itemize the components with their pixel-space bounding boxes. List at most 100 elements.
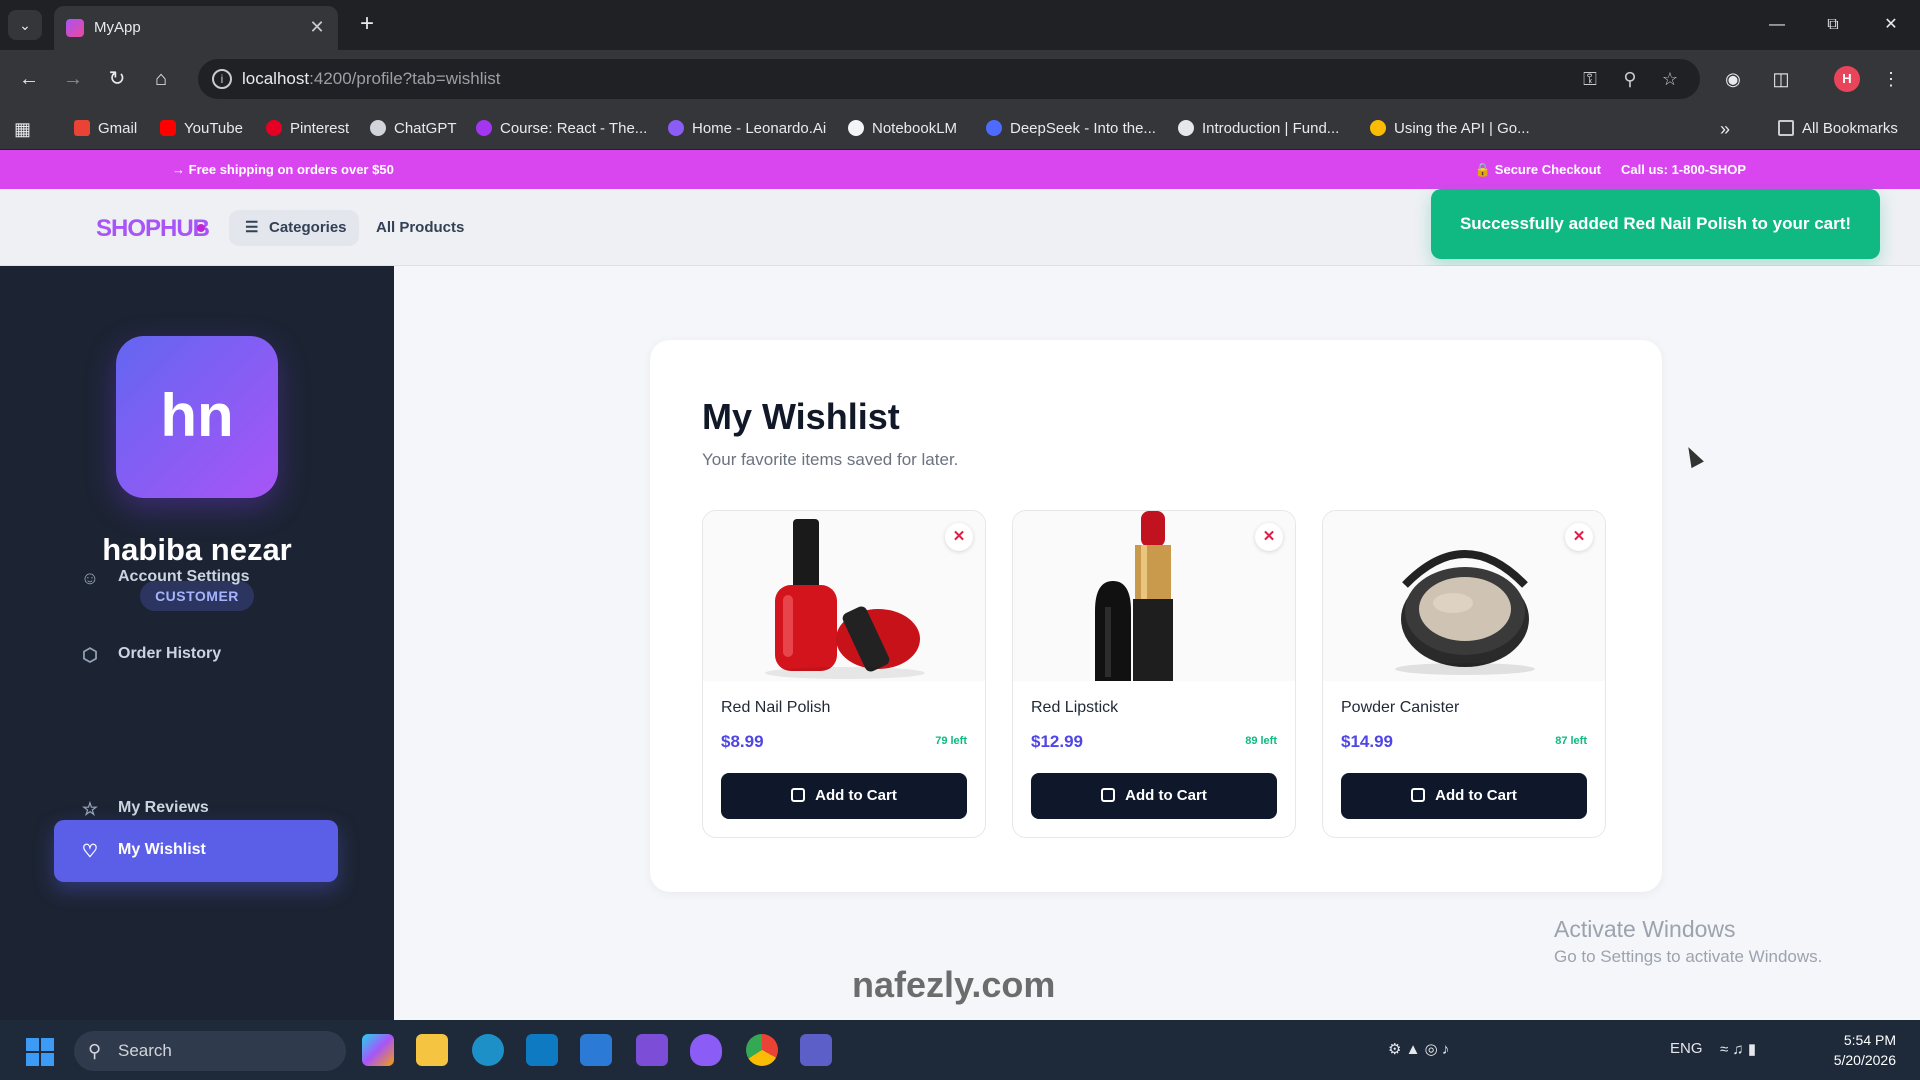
tab-search-chevron-icon[interactable]: ⌄ (8, 10, 42, 40)
promo-bar: → Free shipping on orders over $50 🔒 Secu… (0, 150, 1920, 189)
extension-badge-icon[interactable]: ◉ (1718, 64, 1748, 94)
bookmark-google-api[interactable]: Using the API | Go... (1370, 118, 1530, 140)
taskbar-clock[interactable]: 5:54 PM 5/20/2026 (1826, 1030, 1896, 1070)
gmail-icon (74, 120, 90, 136)
teams-icon[interactable] (800, 1034, 832, 1066)
all-products-link[interactable]: All Products (376, 219, 464, 236)
site-info-icon[interactable]: i (212, 69, 232, 89)
product-price: $12.99 (1031, 732, 1083, 751)
sidebar-item-label: Order History (118, 645, 222, 662)
all-bookmarks-folder[interactable]: All Bookmarks (1778, 118, 1898, 140)
editor-icon[interactable] (526, 1034, 558, 1066)
notebooklm-icon (848, 120, 864, 136)
menu-hamburger-icon: ☰ (245, 219, 259, 236)
product-image-nail-polish[interactable] (703, 511, 985, 681)
page-subtitle: Your favorite items saved for later. (702, 450, 959, 469)
back-arrow-icon[interactable]: ← (14, 64, 44, 94)
bookmark-label: Introduction | Fund... (1202, 120, 1340, 137)
bookmark-deepseek[interactable]: DeepSeek - Into the... (986, 118, 1156, 140)
bookmark-course[interactable]: Course: React - The... (476, 118, 647, 140)
product-image-lipstick[interactable] (1013, 511, 1295, 681)
browser-tab[interactable]: MyApp ✕ (54, 6, 338, 50)
wishlist-panel: My Wishlist Your favorite items saved fo… (650, 340, 1662, 892)
deepseek-icon (986, 120, 1002, 136)
lock-icon: 🔒 (1474, 162, 1491, 177)
add-to-cart-label: Add to Cart (1435, 787, 1517, 804)
product-name[interactable]: Red Nail Polish (721, 699, 830, 717)
shophub-logo[interactable]: SHOPHUB (96, 215, 210, 243)
more-bookmarks-chevron-icon[interactable]: » (1720, 118, 1730, 140)
add-to-cart-button[interactable]: Add to Cart (1031, 773, 1277, 819)
add-to-cart-button[interactable]: Add to Cart (1341, 773, 1587, 819)
taskbar-search[interactable]: ⚲ Search (74, 1031, 346, 1071)
add-to-cart-label: Add to Cart (815, 787, 897, 804)
zoom-icon[interactable]: ⚲ (1618, 67, 1642, 91)
sidebar-item-account-settings[interactable]: ☺ Account Settings (54, 547, 338, 609)
forward-arrow-icon[interactable]: → (58, 64, 88, 94)
extensions-puzzle-icon[interactable]: ◫ (1766, 64, 1796, 94)
bookmark-notebooklm[interactable]: NotebookLM (848, 118, 957, 140)
home-icon[interactable]: ⌂ (146, 64, 176, 94)
remove-from-wishlist-button[interactable]: ✕ (945, 523, 973, 551)
app-icon[interactable] (472, 1034, 504, 1066)
visual-studio-icon[interactable] (636, 1034, 668, 1066)
system-tray-icons[interactable]: ⚙ ▲ ◎ ♪ (1388, 1040, 1449, 1058)
sidebar-item-order-history[interactable]: ⬡ Order History (54, 624, 338, 686)
remove-from-wishlist-button[interactable]: ✕ (1565, 523, 1593, 551)
logo-dot (197, 224, 205, 232)
new-tab-button[interactable]: + (352, 10, 382, 40)
free-shipping-notice: → Free shipping on orders over $50 (172, 162, 394, 177)
windows-start-icon[interactable] (26, 1038, 54, 1066)
shopping-bag-icon (1101, 788, 1116, 802)
menu-kebab-icon[interactable]: ⋮ (1876, 64, 1906, 94)
url-path: :4200/profile?tab=wishlist (309, 69, 501, 88)
all-bookmarks-label: All Bookmarks (1802, 120, 1898, 137)
main-content: My Wishlist Your favorite items saved fo… (394, 266, 1920, 1020)
bookmark-leonardo[interactable]: Home - Leonardo.Ai (668, 118, 826, 140)
bookmark-label: YouTube (184, 120, 243, 137)
box-icon: ⬡ (82, 645, 98, 665)
sidebar-item-label: Account Settings (118, 568, 250, 585)
product-price: $14.99 (1341, 732, 1393, 751)
apps-grid-icon[interactable]: ▦ (14, 118, 31, 140)
bookmark-star-icon[interactable]: ☆ (1658, 67, 1682, 91)
wishlist-card: ✕ Red Lipstick $12.99 89 left Add to Car… (1012, 510, 1296, 838)
sidebar-item-label: My Wishlist (118, 841, 206, 858)
globe-icon (1178, 120, 1194, 136)
address-bar[interactable]: i localhost:4200/profile?tab=wishlist ⚿ … (198, 59, 1700, 99)
restore-window-icon[interactable]: ⧉ (1818, 10, 1848, 40)
chrome-icon[interactable] (746, 1034, 778, 1066)
minimize-window-icon[interactable]: — (1762, 10, 1792, 40)
activate-windows-subtitle: Go to Settings to activate Windows. (1554, 947, 1823, 966)
profile-avatar[interactable]: H (1834, 66, 1860, 92)
vscode-icon[interactable] (580, 1034, 612, 1066)
language-indicator[interactable]: ENG (1670, 1040, 1703, 1057)
product-image-powder-canister[interactable] (1323, 511, 1605, 681)
close-tab-icon[interactable]: ✕ (306, 16, 328, 38)
bookmark-gmail[interactable]: Gmail (74, 118, 137, 140)
file-explorer-icon[interactable] (416, 1034, 448, 1066)
copilot-icon[interactable] (362, 1034, 394, 1066)
bookmark-label: NotebookLM (872, 120, 958, 137)
bookmark-youtube[interactable]: YouTube (160, 118, 243, 140)
stock-count: 89 left (1245, 735, 1277, 747)
add-to-cart-button[interactable]: Add to Cart (721, 773, 967, 819)
bookmark-chatgpt[interactable]: ChatGPT (370, 118, 457, 140)
password-key-icon[interactable]: ⚿ (1578, 67, 1602, 91)
categories-label: Categories (269, 219, 347, 236)
bookmark-introduction[interactable]: Introduction | Fund... (1178, 118, 1339, 140)
free-shipping-text: Free shipping on orders over $50 (188, 162, 394, 177)
bookmark-pinterest[interactable]: Pinterest (266, 118, 349, 140)
sidebar-item-my-reviews[interactable]: ☆ My Reviews (54, 778, 338, 840)
tab-title: MyApp (94, 19, 141, 36)
app-icon[interactable] (690, 1034, 722, 1066)
url-text[interactable]: localhost:4200/profile?tab=wishlist (242, 69, 500, 89)
remove-from-wishlist-button[interactable]: ✕ (1255, 523, 1283, 551)
categories-button[interactable]: ☰ Categories (229, 210, 359, 246)
close-window-icon[interactable]: ✕ (1876, 10, 1906, 40)
network-volume-battery-icons[interactable]: ≈ ♫ ▮ (1720, 1040, 1756, 1058)
product-name[interactable]: Red Lipstick (1031, 699, 1118, 717)
reload-icon[interactable]: ↻ (102, 64, 132, 94)
bookmark-label: Home - Leonardo.Ai (692, 120, 827, 137)
product-name[interactable]: Powder Canister (1341, 699, 1459, 717)
